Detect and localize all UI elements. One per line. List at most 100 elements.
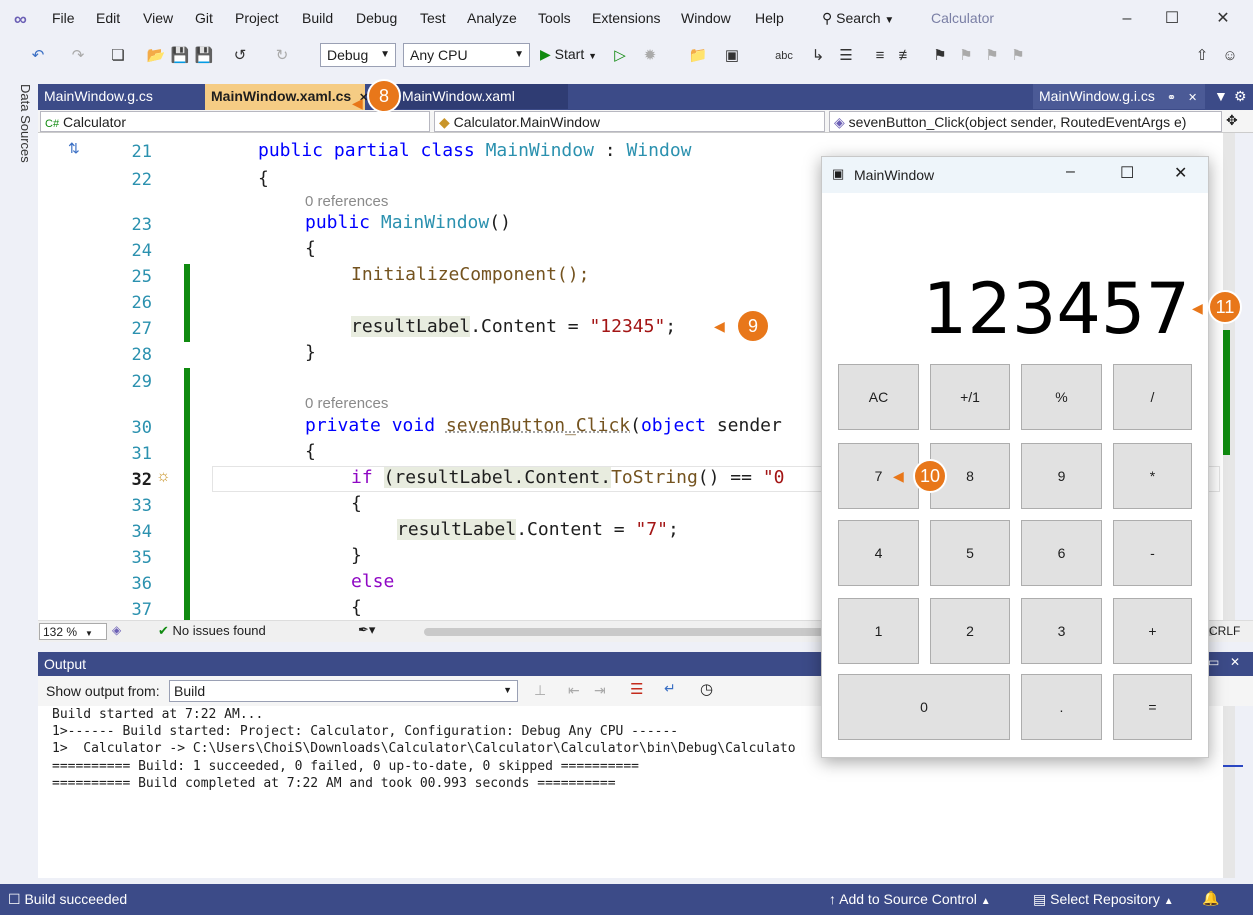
previous-message-icon[interactable]: ⇤: [568, 682, 580, 699]
issues-indicator[interactable]: ✔ No issues found: [158, 623, 266, 639]
tab-mainwindow-g-i-cs[interactable]: MainWindow.g.i.cs ⚭ ✕: [1033, 84, 1205, 109]
uncomment-icon[interactable]: ≢: [896, 46, 916, 66]
two-button[interactable]: 2: [930, 598, 1010, 664]
word-wrap-icon[interactable]: ↵: [664, 680, 676, 697]
code-cleanup-icon[interactable]: ✒▾: [358, 622, 375, 638]
minimize-button[interactable]: –: [1066, 163, 1075, 181]
zoom-select[interactable]: 132 % ▼: [39, 623, 107, 640]
menu-window[interactable]: Window: [681, 10, 731, 26]
spell-check-icon[interactable]: abc: [774, 46, 794, 66]
multiply-button[interactable]: *: [1113, 443, 1192, 509]
menu-view[interactable]: View: [143, 10, 173, 26]
save-icon[interactable]: 💾: [170, 46, 190, 66]
codelens-references[interactable]: 0 references: [305, 395, 388, 412]
next-message-icon[interactable]: ⇥: [594, 682, 606, 699]
codelens-references[interactable]: 0 references: [305, 193, 388, 210]
maximize-panel-icon[interactable]: ▭: [1208, 655, 1219, 669]
open-folder-icon[interactable]: 📂: [146, 46, 166, 66]
next-bookmark-icon[interactable]: ⚑: [982, 46, 1002, 66]
one-button[interactable]: 1: [838, 598, 919, 664]
start-button[interactable]: ▶ Start ▼: [540, 46, 597, 63]
output-vertical-scrollbar[interactable]: [1223, 706, 1235, 878]
class-navigation-select[interactable]: ◆ Calculator.MainWindow: [434, 111, 825, 132]
five-button[interactable]: 5: [930, 520, 1010, 586]
add-to-source-control-button[interactable]: ↑ Add to Source Control ▲: [829, 891, 991, 907]
forward-icon[interactable]: ↷: [68, 46, 88, 66]
new-project-icon[interactable]: ❏: [108, 46, 128, 66]
feedback-icon[interactable]: ☺: [1220, 46, 1240, 66]
menu-build[interactable]: Build: [302, 10, 333, 26]
tab-mainwindow-g-cs[interactable]: MainWindow.g.cs: [38, 84, 205, 109]
tab-overflow-icon[interactable]: ▼: [1208, 84, 1228, 109]
menu-edit[interactable]: Edit: [96, 10, 120, 26]
save-all-icon[interactable]: 💾: [194, 46, 214, 66]
menu-project[interactable]: Project: [235, 10, 279, 26]
output-source-select[interactable]: Build ▼: [169, 680, 518, 702]
menu-analyze[interactable]: Analyze: [467, 10, 517, 26]
nine-button[interactable]: 9: [1021, 443, 1102, 509]
undo-icon[interactable]: ↺: [230, 46, 250, 66]
back-icon[interactable]: ↶: [28, 46, 48, 66]
divide-button[interactable]: /: [1113, 364, 1192, 430]
menu-extensions[interactable]: Extensions: [592, 10, 660, 26]
clear-all-icon[interactable]: ☰: [630, 680, 643, 698]
clear-bookmarks-icon[interactable]: ⚑: [1008, 46, 1028, 66]
menu-tools[interactable]: Tools: [538, 10, 571, 26]
menu-help[interactable]: Help: [755, 10, 784, 26]
maximize-button[interactable]: ☐: [1120, 163, 1134, 183]
window-layout-icon[interactable]: ▣: [722, 46, 742, 66]
member-navigation-select[interactable]: ◈ sevenButton_Click(object sender, Route…: [829, 111, 1222, 132]
select-repository-button[interactable]: ▤ Select Repository ▲: [1033, 891, 1174, 908]
zero-button[interactable]: 0: [838, 674, 1010, 740]
tab-mainwindow-xaml[interactable]: MainWindow.xaml: [396, 84, 568, 109]
menu-file[interactable]: File: [52, 10, 75, 26]
status-build-indicator[interactable]: ☐ Build succeeded: [8, 891, 127, 908]
menu-debug[interactable]: Debug: [356, 10, 397, 26]
six-button[interactable]: 6: [1021, 520, 1102, 586]
close-button[interactable]: ✕: [1203, 6, 1243, 32]
four-button[interactable]: 4: [838, 520, 919, 586]
seven-button[interactable]: 7: [838, 443, 919, 509]
visual-studio-logo-icon[interactable]: ∞: [14, 8, 40, 30]
go-to-message-icon[interactable]: ⊥: [534, 682, 546, 699]
hot-reload-icon[interactable]: ✹: [640, 46, 660, 66]
minimize-button[interactable]: –: [1107, 6, 1147, 32]
three-button[interactable]: 3: [1021, 598, 1102, 664]
ac-button[interactable]: AC: [838, 364, 919, 430]
data-sources-tab[interactable]: Data Sources: [3, 84, 33, 174]
maximize-button[interactable]: ☐: [1152, 6, 1192, 32]
settings-gear-icon[interactable]: ⚙: [1228, 84, 1250, 109]
pin-icon[interactable]: ⚭: [1167, 92, 1176, 104]
sign-button[interactable]: +/1: [930, 364, 1010, 430]
close-icon[interactable]: ✕: [1188, 92, 1197, 104]
comment-icon[interactable]: ≡: [870, 46, 890, 66]
intellicode-icon[interactable]: ◈: [112, 623, 121, 637]
decimal-button[interactable]: .: [1021, 674, 1102, 740]
lightbulb-icon[interactable]: ☼: [156, 468, 171, 486]
percent-button[interactable]: %: [1021, 364, 1102, 430]
redo-icon[interactable]: ↻: [272, 46, 292, 66]
add-button[interactable]: +: [1113, 598, 1192, 664]
subtract-button[interactable]: -: [1113, 520, 1192, 586]
share-icon[interactable]: ⇧: [1192, 46, 1212, 66]
prev-bookmark-icon[interactable]: ⚑: [956, 46, 976, 66]
step-icon[interactable]: ↳: [808, 46, 828, 66]
project-navigation-select[interactable]: C# Calculator: [40, 111, 430, 132]
tab-mainwindow-xaml-cs[interactable]: MainWindow.xaml.cs ✕: [205, 84, 368, 110]
search-box[interactable]: ⚲ Search ▼: [822, 10, 894, 27]
menu-git[interactable]: Git: [195, 10, 213, 26]
timestamp-icon[interactable]: ◷: [700, 680, 713, 698]
solution-explorer-icon[interactable]: 📁: [688, 46, 708, 66]
close-icon[interactable]: ✕: [1230, 655, 1240, 669]
equals-button[interactable]: =: [1113, 674, 1192, 740]
menu-test[interactable]: Test: [420, 10, 446, 26]
start-without-debugging-icon[interactable]: ▷: [610, 46, 630, 66]
close-button[interactable]: ✕: [1174, 163, 1187, 183]
platform-select[interactable]: Any CPU ▼: [403, 43, 530, 67]
bookmark-icon[interactable]: ⚑: [930, 46, 950, 66]
notifications-bell-icon[interactable]: 🔔: [1202, 890, 1219, 907]
line-ending-indicator[interactable]: CRLF: [1209, 624, 1240, 638]
configuration-select[interactable]: Debug ▼: [320, 43, 396, 67]
sort-icon[interactable]: ⇅: [68, 140, 80, 157]
breakpoints-icon[interactable]: ☰: [836, 46, 856, 66]
